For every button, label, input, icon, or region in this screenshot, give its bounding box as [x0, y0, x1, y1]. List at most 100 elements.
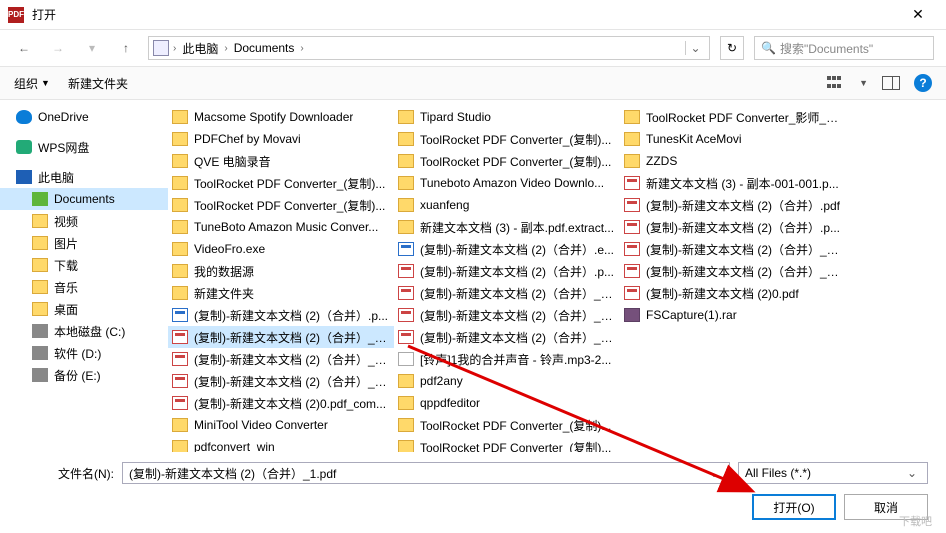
file-name: Tuneboto Amazon Video Downlo...	[420, 176, 604, 190]
folder-icon	[172, 198, 188, 212]
file-name: (复制)-新建文本文档 (2)（合并）_加...	[194, 351, 390, 368]
file-icon	[398, 352, 414, 366]
sidebar-item-label: WPS网盘	[38, 139, 89, 156]
file-item[interactable]: [铃声]1我的合并声音 - 铃声.mp3-2...	[394, 348, 620, 370]
file-item[interactable]: (复制)-新建文本文档 (2)（合并）_加...	[620, 260, 846, 282]
file-item[interactable]: ToolRocket PDF Converter_(复制)...	[394, 436, 620, 452]
file-name: FSCapture(1).rar	[646, 308, 737, 322]
file-item[interactable]: 新建文件夹	[168, 282, 394, 304]
file-item[interactable]: TuneBoto Amazon Music Conver...	[168, 216, 394, 238]
sidebar-item-8[interactable]: 桌面	[0, 298, 168, 320]
sidebar-item-label: 软件 (D:)	[54, 345, 101, 362]
file-item[interactable]: (复制)-新建文本文档 (2)（合并）.p...	[394, 260, 620, 282]
sidebar-item-2[interactable]: 此电脑	[0, 166, 168, 188]
sidebar-item-10[interactable]: 软件 (D:)	[0, 342, 168, 364]
file-item[interactable]: TunesKit AceMovi	[620, 128, 846, 150]
sidebar-item-5[interactable]: 图片	[0, 232, 168, 254]
rar-icon	[624, 308, 640, 322]
sidebar-item-7[interactable]: 音乐	[0, 276, 168, 298]
folder-icon	[16, 110, 32, 124]
file-item[interactable]: QVE 电脑录音	[168, 150, 394, 172]
new-folder-button[interactable]: 新建文件夹	[68, 75, 128, 92]
sidebar-item-3[interactable]: Documents	[0, 188, 168, 210]
recent-dropdown[interactable]: ▾	[80, 36, 104, 60]
file-item[interactable]: (复制)-新建文本文档 (2)（合并）.p...	[168, 304, 394, 326]
breadcrumb[interactable]: › 此电脑 › Documents › ⌄	[148, 36, 710, 60]
file-item[interactable]: (复制)-新建文本文档 (2)（合并）_已...	[168, 370, 394, 392]
back-button[interactable]: ←	[12, 36, 36, 60]
file-item[interactable]: pdfconvert_win	[168, 436, 394, 452]
file-item[interactable]: (复制)-新建文本文档 (2)（合并）.p...	[620, 216, 846, 238]
file-item[interactable]: Macsome Spotify Downloader	[168, 106, 394, 128]
file-item[interactable]: ToolRocket PDF Converter_(复制)...	[394, 150, 620, 172]
open-button[interactable]: 打开(O)	[752, 494, 836, 520]
refresh-button[interactable]: ↻	[720, 36, 744, 60]
filename-input[interactable]: (复制)-新建文本文档 (2)（合并）_1.pdf ⌄	[122, 462, 730, 484]
sidebar-item-label: 下载	[54, 257, 78, 274]
file-item[interactable]: (复制)-新建文本文档 (2)（合并）.pdf	[620, 194, 846, 216]
file-item[interactable]: ToolRocket PDF Converter_(复制)...	[168, 194, 394, 216]
folder-icon	[398, 110, 414, 124]
file-item[interactable]: (复制)-新建文本文档 (2)（合并）_1...	[168, 326, 394, 348]
close-icon[interactable]: ✕	[898, 6, 938, 23]
file-item[interactable]: 新建文本文档 (3) - 副本.pdf.extract...	[394, 216, 620, 238]
file-item[interactable]: qppdfeditor	[394, 392, 620, 414]
file-name: (复制)-新建文本文档 (2)（合并）.p...	[420, 263, 614, 280]
crumb-pc[interactable]: 此电脑	[180, 40, 220, 57]
sidebar-item-6[interactable]: 下载	[0, 254, 168, 276]
folder-icon	[398, 154, 414, 168]
file-item[interactable]: (复制)-新建文本文档 (2)（合并）_加...	[168, 348, 394, 370]
search-icon: 🔍	[761, 41, 776, 55]
sidebar-item-label: 备份 (E:)	[54, 367, 101, 384]
app-icon: PDF	[8, 7, 24, 23]
organize-menu[interactable]: 组织 ▼	[14, 75, 50, 92]
file-item[interactable]: (复制)-新建文本文档 (2)（合并）_c...	[620, 238, 846, 260]
sidebar-item-4[interactable]: 视频	[0, 210, 168, 232]
file-item[interactable]: (复制)-新建文本文档 (2)（合并）_加...	[394, 304, 620, 326]
search-input[interactable]: 🔍 搜索"Documents"	[754, 36, 934, 60]
footer: 文件名(N): (复制)-新建文本文档 (2)（合并）_1.pdf ⌄ All …	[0, 452, 946, 530]
file-item[interactable]: 新建文本文档 (3) - 副本-001-001.p...	[620, 172, 846, 194]
sidebar-item-1[interactable]: WPS网盘	[0, 136, 168, 158]
file-item[interactable]: (复制)-新建文本文档 (2)0.pdf	[620, 282, 846, 304]
help-icon[interactable]: ?	[914, 74, 932, 92]
file-item[interactable]: MiniTool Video Converter	[168, 414, 394, 436]
file-item[interactable]: Tipard Studio	[394, 106, 620, 128]
view-options[interactable]	[827, 76, 845, 90]
chevron-down-icon[interactable]: ▼	[859, 78, 868, 88]
sidebar-item-0[interactable]: OneDrive	[0, 106, 168, 128]
file-name: (复制)-新建文本文档 (2)（合并）.p...	[194, 307, 388, 324]
breadcrumb-dropdown[interactable]: ⌄	[685, 41, 705, 55]
pdf-icon	[624, 220, 640, 234]
file-item[interactable]: (复制)-新建文本文档 (2)（合并）_加...	[394, 326, 620, 348]
file-item[interactable]: ToolRocket PDF Converter_影师_s...	[620, 106, 846, 128]
crumb-documents[interactable]: Documents	[232, 41, 297, 55]
titlebar: PDF 打开 ✕	[0, 0, 946, 30]
file-item[interactable]: ToolRocket PDF Converter_(复制)...	[394, 128, 620, 150]
file-item[interactable]: 我的数据源	[168, 260, 394, 282]
folder-icon	[398, 374, 414, 388]
file-item[interactable]: (复制)-新建文本文档 (2)0.pdf_com...	[168, 392, 394, 414]
file-item[interactable]: (复制)-新建文本文档 (2)（合并）_c...	[394, 282, 620, 304]
file-name: (复制)-新建文本文档 (2)（合并）_c...	[420, 285, 616, 302]
filetype-filter[interactable]: All Files (*.*) ⌄	[738, 462, 928, 484]
file-item[interactable]: (复制)-新建文本文档 (2)（合并）.e...	[394, 238, 620, 260]
file-item[interactable]: xuanfeng	[394, 194, 620, 216]
file-name: PDFChef by Movavi	[194, 132, 301, 146]
filename-dropdown[interactable]: ⌄	[705, 466, 723, 480]
file-item[interactable]: ToolRocket PDF Converter_(复制)...	[168, 172, 394, 194]
file-item[interactable]: VideoFro.exe	[168, 238, 394, 260]
sidebar-item-9[interactable]: 本地磁盘 (C:)	[0, 320, 168, 342]
file-item[interactable]: ToolRocket PDF Converter_(复制)...	[394, 414, 620, 436]
file-item[interactable]: pdf2any	[394, 370, 620, 392]
up-button[interactable]: ↑	[114, 36, 138, 60]
file-item[interactable]: ZZDS	[620, 150, 846, 172]
file-item[interactable]: FSCapture(1).rar	[620, 304, 846, 326]
pdf-icon	[172, 330, 188, 344]
preview-pane-icon[interactable]	[882, 76, 900, 90]
file-item[interactable]: PDFChef by Movavi	[168, 128, 394, 150]
file-name: xuanfeng	[420, 198, 469, 212]
forward-button[interactable]: →	[46, 36, 70, 60]
file-item[interactable]: Tuneboto Amazon Video Downlo...	[394, 172, 620, 194]
sidebar-item-11[interactable]: 备份 (E:)	[0, 364, 168, 386]
